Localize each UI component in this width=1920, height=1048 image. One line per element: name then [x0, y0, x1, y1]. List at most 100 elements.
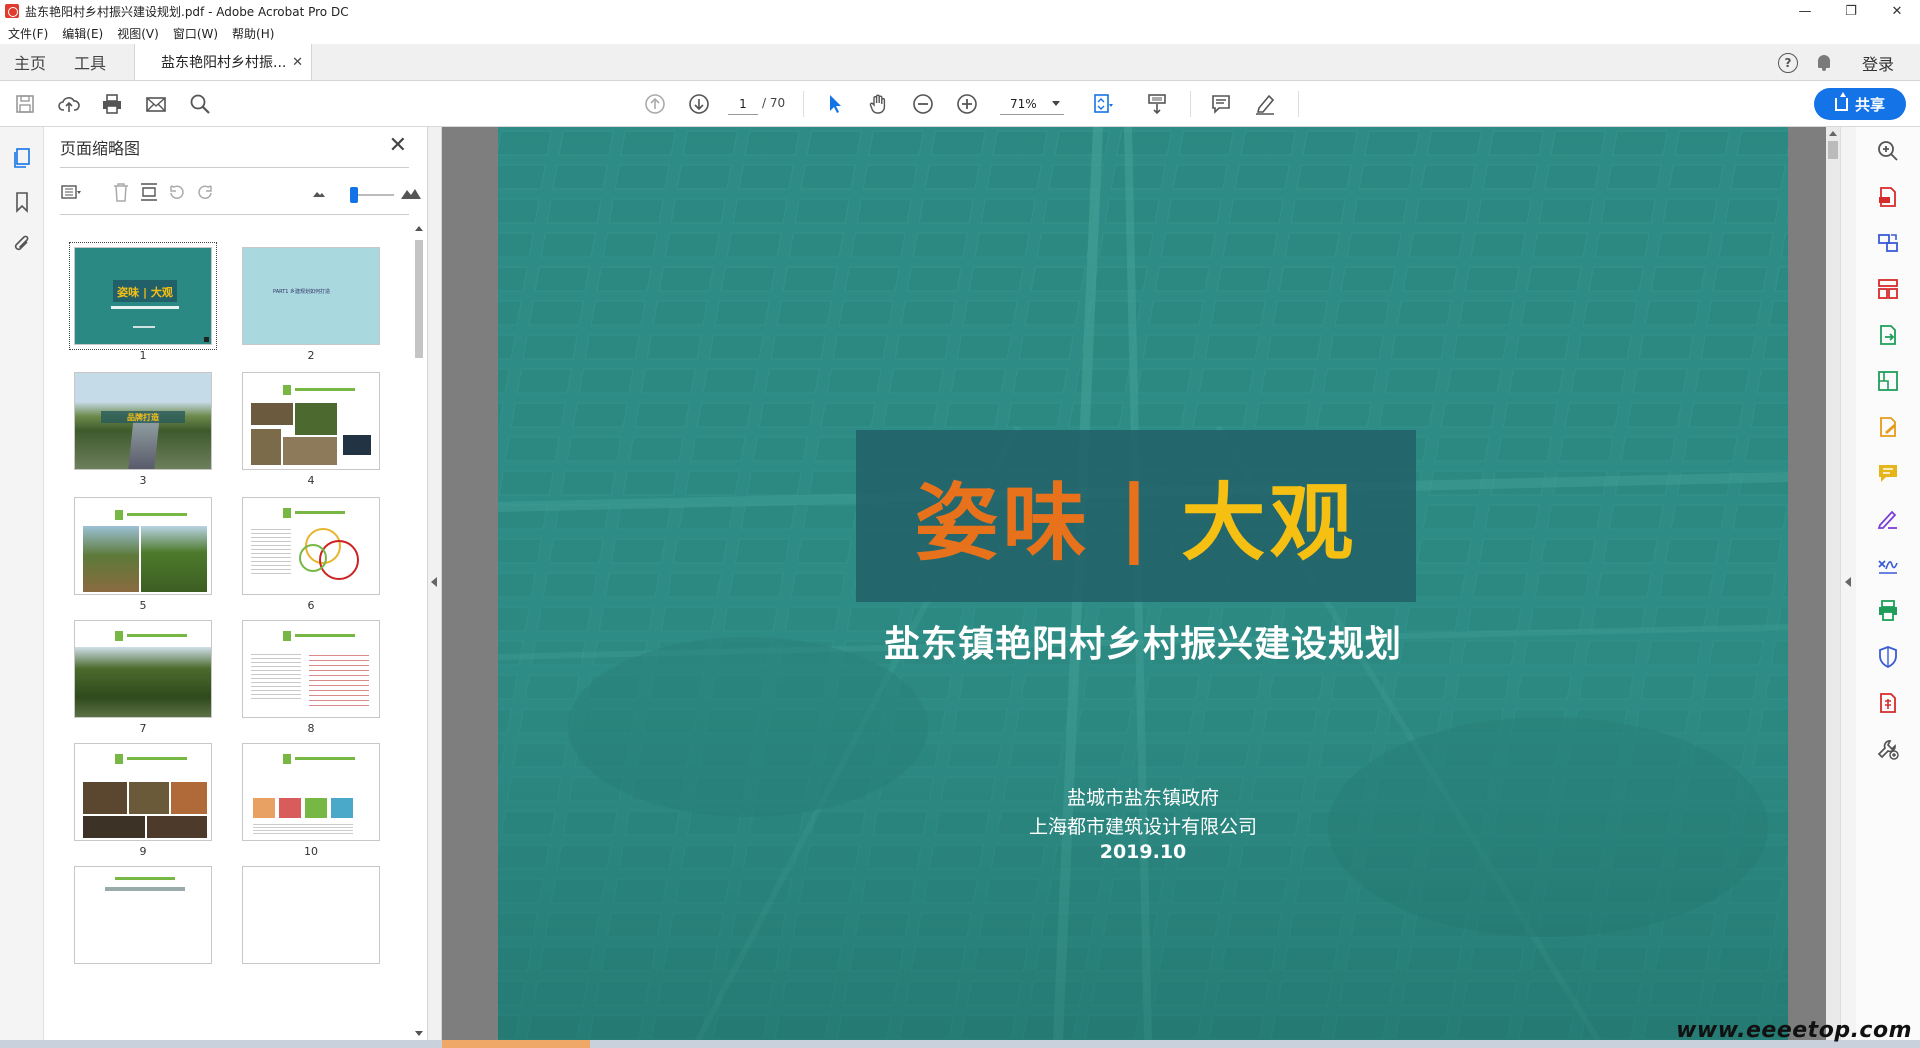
document-viewport[interactable]: 姿味 | 大观 盐东镇艳阳村乡村振兴建设规划 盐城市盐东镇政府 上海都市建筑设计… — [442, 127, 1840, 1040]
thumbnail-page-9[interactable] — [74, 743, 212, 841]
scroll-up-arrow-icon[interactable] — [1829, 131, 1837, 136]
thumbnail-page-4[interactable] — [242, 372, 380, 470]
thumbnail-page-11[interactable] — [74, 866, 212, 964]
zoom-in-icon[interactable] — [954, 91, 980, 117]
fit-page-icon[interactable] — [1090, 91, 1116, 117]
comment-tool-icon[interactable] — [1876, 461, 1900, 485]
scroll-up-arrow-icon[interactable] — [415, 226, 423, 231]
save-icon[interactable] — [12, 91, 38, 117]
tab-home[interactable]: 主页 — [0, 44, 60, 80]
compress-pdf-icon[interactable] — [1876, 691, 1900, 715]
page-thumbnails-panel: 页面缩略图 ✕ 姿味 | 大观 1 PART1 乡建规划如何打造 2 品牌打造 … — [44, 127, 428, 1040]
help-icon[interactable]: ? — [1777, 52, 1798, 73]
document-scrollbar[interactable] — [1826, 127, 1840, 1040]
small-thumbnail-icon[interactable] — [308, 181, 330, 203]
menu-help[interactable]: 帮助(H) — [232, 25, 274, 42]
thumbnail-page-number: 7 — [139, 722, 147, 735]
thumbnail-page-number: 4 — [307, 474, 315, 487]
thumbnail-page-number: 5 — [139, 599, 147, 612]
menu-edit[interactable]: 编辑(E) — [62, 25, 103, 42]
menu-file[interactable]: 文件(F) — [8, 25, 48, 42]
attachment-paperclip-icon[interactable] — [11, 233, 33, 255]
thumbnail-page-2[interactable]: PART1 乡建规划如何打造 — [242, 247, 380, 345]
page-number-input[interactable]: 1 — [728, 93, 758, 115]
scrollbar-thumb[interactable] — [1828, 141, 1838, 159]
thumbnail-page-3[interactable]: 品牌打造 — [74, 372, 212, 470]
bookmark-icon[interactable] — [11, 191, 33, 213]
edit-pdf-icon[interactable] — [1876, 369, 1900, 393]
page-total: / 70 — [762, 96, 786, 110]
organize-pages-icon[interactable] — [1876, 277, 1900, 301]
thumbnail-page-10[interactable] — [242, 743, 380, 841]
thumbnail-page-number: 3 — [139, 474, 147, 487]
tab-tools[interactable]: 工具 — [60, 44, 120, 80]
status-bar — [0, 1040, 1920, 1048]
send-for-signature-icon[interactable] — [1876, 507, 1900, 531]
menu-view[interactable]: 视图(V) — [117, 25, 159, 42]
zoom-search-icon[interactable] — [1876, 139, 1900, 163]
share-button-label: 共享 — [1854, 95, 1885, 114]
highlight-pen-icon[interactable] — [1252, 91, 1278, 117]
select-cursor-icon[interactable] — [822, 91, 848, 117]
window-controls: — ❐ ✕ — [1782, 0, 1920, 22]
comment-icon[interactable] — [1208, 91, 1234, 117]
previous-page-icon[interactable] — [642, 91, 668, 117]
zoom-level-value: 71% — [1010, 96, 1037, 111]
toolbar-divider — [1298, 91, 1299, 117]
delete-trash-icon[interactable] — [110, 181, 132, 203]
tab-document-label: 盐东艳阳村乡村振... — [161, 55, 287, 71]
next-page-icon[interactable] — [686, 91, 712, 117]
close-panel-icon[interactable]: ✕ — [389, 133, 407, 158]
search-icon[interactable] — [187, 91, 213, 117]
minimize-button[interactable]: — — [1782, 0, 1828, 22]
thumbnail-scrollbar[interactable] — [413, 222, 425, 1040]
zoom-out-icon[interactable] — [910, 91, 936, 117]
options-menu-icon[interactable] — [60, 181, 82, 203]
create-pdf-icon[interactable] — [1876, 185, 1900, 209]
tab-bar: 主页 工具 盐东艳阳村乡村振... ✕ ? 登录 — [0, 44, 1920, 81]
hand-tool-icon[interactable] — [866, 91, 892, 117]
scroll-down-arrow-icon[interactable] — [415, 1031, 423, 1036]
scrollbar-thumb[interactable] — [415, 240, 423, 358]
tab-document[interactable]: 盐东艳阳村乡村振... ✕ — [134, 44, 312, 80]
signature-icon[interactable] — [1876, 553, 1900, 577]
menu-bar: 文件(F) 编辑(E) 视图(V) 窗口(W) 帮助(H) — [0, 22, 1920, 44]
slider-handle[interactable] — [350, 187, 358, 203]
fill-sign-icon[interactable] — [1876, 415, 1900, 439]
thumbnail-page-1[interactable]: 姿味 | 大观 — [69, 242, 217, 350]
thumbnail-page-8[interactable] — [242, 620, 380, 718]
close-tab-icon[interactable]: ✕ — [292, 55, 303, 70]
share-button[interactable]: 共享 — [1814, 88, 1906, 120]
upload-cloud-icon[interactable] — [56, 91, 82, 117]
collapse-left-panel-handle[interactable] — [428, 127, 442, 1040]
close-window-button[interactable]: ✕ — [1874, 0, 1920, 22]
export-pdf-icon[interactable] — [1876, 323, 1900, 347]
large-thumbnail-icon[interactable] — [400, 181, 422, 203]
collapse-right-panel-handle[interactable] — [1840, 127, 1856, 1040]
right-tools-rail — [1856, 127, 1920, 1040]
page-thumbnails-icon[interactable] — [11, 147, 33, 169]
thumbnail-size-slider[interactable] — [354, 194, 394, 196]
email-icon[interactable] — [143, 91, 169, 117]
insert-page-icon[interactable] — [138, 181, 160, 203]
acrobat-app-icon — [5, 4, 19, 18]
zoom-level-select[interactable]: 71% — [1000, 93, 1064, 115]
rotate-ccw-icon[interactable] — [166, 181, 188, 203]
scroll-mode-icon[interactable] — [1144, 91, 1170, 117]
restore-button[interactable]: ❐ — [1828, 0, 1874, 22]
thumbnail-page-6[interactable] — [242, 497, 380, 595]
combine-files-icon[interactable] — [1876, 231, 1900, 255]
login-button[interactable]: 登录 — [1862, 51, 1894, 75]
menu-window[interactable]: 窗口(W) — [173, 25, 218, 42]
notification-bell-icon[interactable] — [1816, 54, 1832, 72]
thumbnail-page-7[interactable] — [74, 620, 212, 718]
protect-shield-icon[interactable] — [1876, 645, 1900, 669]
print-icon[interactable] — [99, 91, 125, 117]
watermark-text: www.eeeetop.com — [1676, 1018, 1912, 1043]
thumbnail-page-5[interactable] — [74, 497, 212, 595]
title-part-1: 姿味 — [914, 473, 1091, 572]
thumbnail-page-12[interactable] — [242, 866, 380, 964]
rotate-cw-icon[interactable] — [194, 181, 216, 203]
more-tools-icon[interactable] — [1876, 737, 1900, 761]
print-production-icon[interactable] — [1876, 599, 1900, 623]
